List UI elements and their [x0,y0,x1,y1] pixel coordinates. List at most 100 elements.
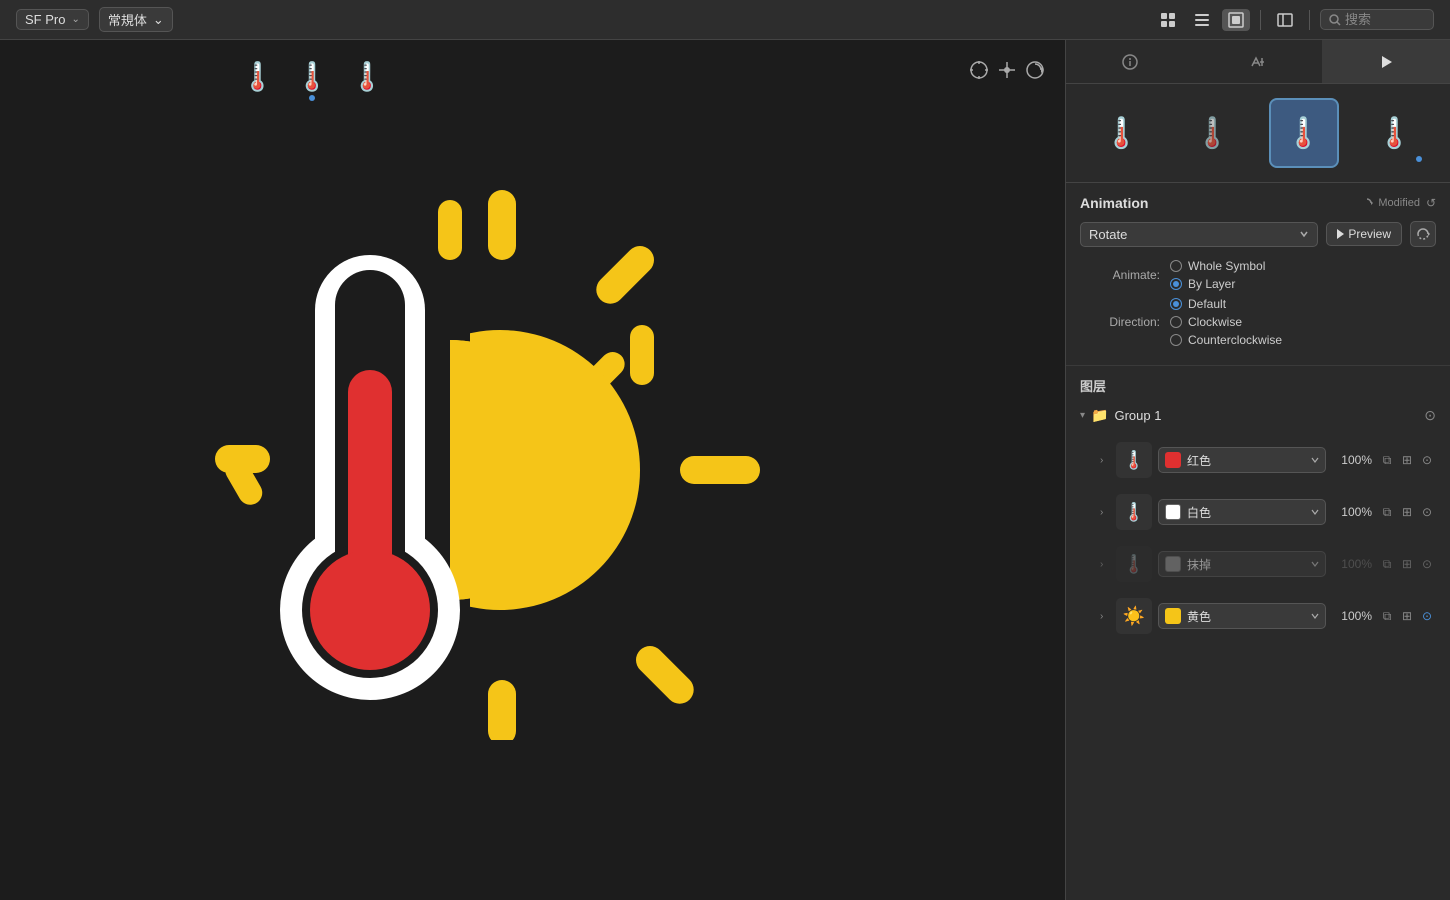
layer-more-btn-4[interactable]: ⊙ [1418,607,1436,625]
color-chevron-icon-3 [1311,560,1319,568]
animate-whole-symbol-option[interactable]: Whole Symbol [1170,259,1265,273]
tab-play[interactable] [1322,40,1450,83]
layer-actions-4: ⧉ ⊞ ⊙ [1378,607,1436,625]
layer-color-select-4[interactable]: 黄色 [1158,603,1326,629]
layer-chevron-3[interactable]: › [1100,559,1110,570]
layer-actions-3: ⧉ ⊞ ⊙ [1378,555,1436,573]
layer-screen-btn-4[interactable]: ⊞ [1398,607,1416,625]
color-label-1: 红色 [1187,452,1211,469]
reset-button[interactable]: ↺ [1426,196,1436,210]
layer-duplicate-btn-4[interactable]: ⧉ [1378,607,1396,625]
color-label-2: 白色 [1187,504,1211,521]
direction-default-radio[interactable] [1170,298,1182,310]
layer-opacity-2: 100% [1332,505,1372,519]
layer-duplicate-btn-3[interactable]: ⧉ [1378,555,1396,573]
right-panel: 🌡️ 🌡️ 🌡️ 🌡️ Animation Modified ↺ [1065,40,1450,900]
layer-chevron-4[interactable]: › [1100,611,1110,622]
search-input[interactable] [1345,12,1425,27]
artboard-view-button[interactable] [1222,9,1250,31]
sym-var-3[interactable]: 🌡️ [1269,98,1339,168]
variant-2[interactable]: 🌡️ [295,60,330,93]
sidebar-toggle-button[interactable] [1271,9,1299,31]
animation-title: Animation [1080,195,1148,211]
layers-title: 图层 [1080,376,1106,395]
variant-3[interactable]: 🌡️ [350,60,385,93]
layer-screen-btn-3[interactable]: ⊞ [1398,555,1416,573]
animate-whole-symbol-radio[interactable] [1170,260,1182,272]
animate-by-layer-radio[interactable] [1170,278,1182,290]
font-name-chevron-icon: ⌄ [71,14,79,25]
layer-item-yellow[interactable]: › ☀️ 黄色 100% ⧉ ⊞ ⊙ [1080,592,1436,640]
direction-clockwise-option[interactable]: Clockwise [1170,315,1282,329]
animate-radio-group: Whole Symbol By Layer [1170,259,1265,291]
animate-by-layer-option[interactable]: By Layer [1170,277,1265,291]
layer-thumb-2: 🌡️ [1116,494,1152,530]
font-style-label: 常規体 [108,10,147,29]
layer-thumb-4: ☀️ [1116,598,1152,634]
layer-color-select-2[interactable]: 白色 [1158,499,1326,525]
color-swatch-2 [1165,504,1181,520]
layer-screen-btn-2[interactable]: ⊞ [1398,503,1416,521]
layer-more-btn-1[interactable]: ⊙ [1418,451,1436,469]
direction-clockwise-radio[interactable] [1170,316,1182,328]
main-illustration [120,140,770,740]
animation-type-select[interactable]: Rotate [1080,222,1318,247]
animation-section: Animation Modified ↺ Rotate Preview [1066,183,1450,366]
direction-default-option[interactable]: Default [1170,297,1282,311]
layers-header: 图层 [1080,376,1436,395]
variants-bar: 🌡️ 🌡️ 🌡️ [240,60,385,93]
sym-var-2[interactable]: 🌡️ [1178,98,1248,168]
layer-screen-btn-1[interactable]: ⊞ [1398,451,1416,469]
rotate-view-button[interactable] [1025,60,1045,85]
sym-var-1[interactable]: 🌡️ [1087,98,1157,168]
layer-duplicate-btn-2[interactable]: ⧉ [1378,503,1396,521]
layer-duplicate-btn-1[interactable]: ⧉ [1378,451,1396,469]
select-chevron-icon [1299,229,1309,239]
layer-opacity-4: 100% [1332,609,1372,623]
font-name-selector[interactable]: SF Pro ⌄ [16,9,89,30]
direction-counterclockwise-option[interactable]: Counterclockwise [1170,333,1282,347]
color-chevron-icon-1 [1311,456,1319,464]
list-view-button[interactable] [1188,9,1216,31]
preview-button[interactable]: Preview [1326,222,1402,246]
animation-meta: Modified ↺ [1361,196,1436,210]
crosshair-button[interactable] [969,60,989,85]
tab-attributes[interactable] [1194,40,1322,83]
layer-chevron-1[interactable]: › [1100,455,1110,466]
search-box[interactable] [1320,9,1434,30]
layer-item-red[interactable]: › 🌡️ 红色 100% ⧉ ⊞ ⊙ [1080,436,1436,484]
direction-radio-group: Default Clockwise Counterclockwise [1170,297,1282,347]
animate-label: Animate: [1080,268,1160,282]
layer-chevron-2[interactable]: › [1100,507,1110,518]
panel-tabs [1066,40,1450,84]
layer-item-erase[interactable]: › 🌡️ 抹掉 100% ⧉ ⊞ ⊙ [1080,540,1436,588]
layer-item-white[interactable]: › 🌡️ 白色 100% ⧉ ⊞ ⊙ [1080,488,1436,536]
font-style-chevron-icon: ⌄ [153,12,164,28]
group-chevron-icon[interactable]: ▾ [1080,410,1085,421]
layer-color-select-3[interactable]: 抹掉 [1158,551,1326,577]
group-more-button[interactable]: ⊙ [1424,407,1436,424]
direction-options: Direction: Default Clockwise Counterc [1080,297,1436,347]
pin-button[interactable] [997,60,1017,85]
grid-view-button[interactable] [1154,9,1182,31]
font-name-label: SF Pro [25,12,65,27]
sync-button[interactable] [1410,221,1436,247]
color-swatch-1 [1165,452,1181,468]
search-icon [1329,14,1341,26]
group-name: Group 1 [1114,408,1418,423]
sym-var-4[interactable]: 🌡️ [1360,98,1430,168]
toolbar-divider [1260,10,1261,30]
tab-info[interactable] [1066,40,1194,83]
font-style-selector[interactable]: 常規体 ⌄ [99,7,173,32]
animation-section-header: Animation Modified ↺ [1080,195,1436,211]
animate-options: Animate: Whole Symbol By Layer [1080,259,1436,291]
symbol-variants-panel: 🌡️ 🌡️ 🌡️ 🌡️ [1066,84,1450,183]
layer-color-select-1[interactable]: 红色 [1158,447,1326,473]
layer-more-btn-2[interactable]: ⊙ [1418,503,1436,521]
direction-counterclockwise-radio[interactable] [1170,334,1182,346]
layer-opacity-1: 100% [1332,453,1372,467]
variant-1[interactable]: 🌡️ [240,60,275,93]
direction-option-row: Direction: Default Clockwise Counterc [1080,297,1436,347]
color-label-4: 黄色 [1187,608,1211,625]
layer-more-btn-3[interactable]: ⊙ [1418,555,1436,573]
